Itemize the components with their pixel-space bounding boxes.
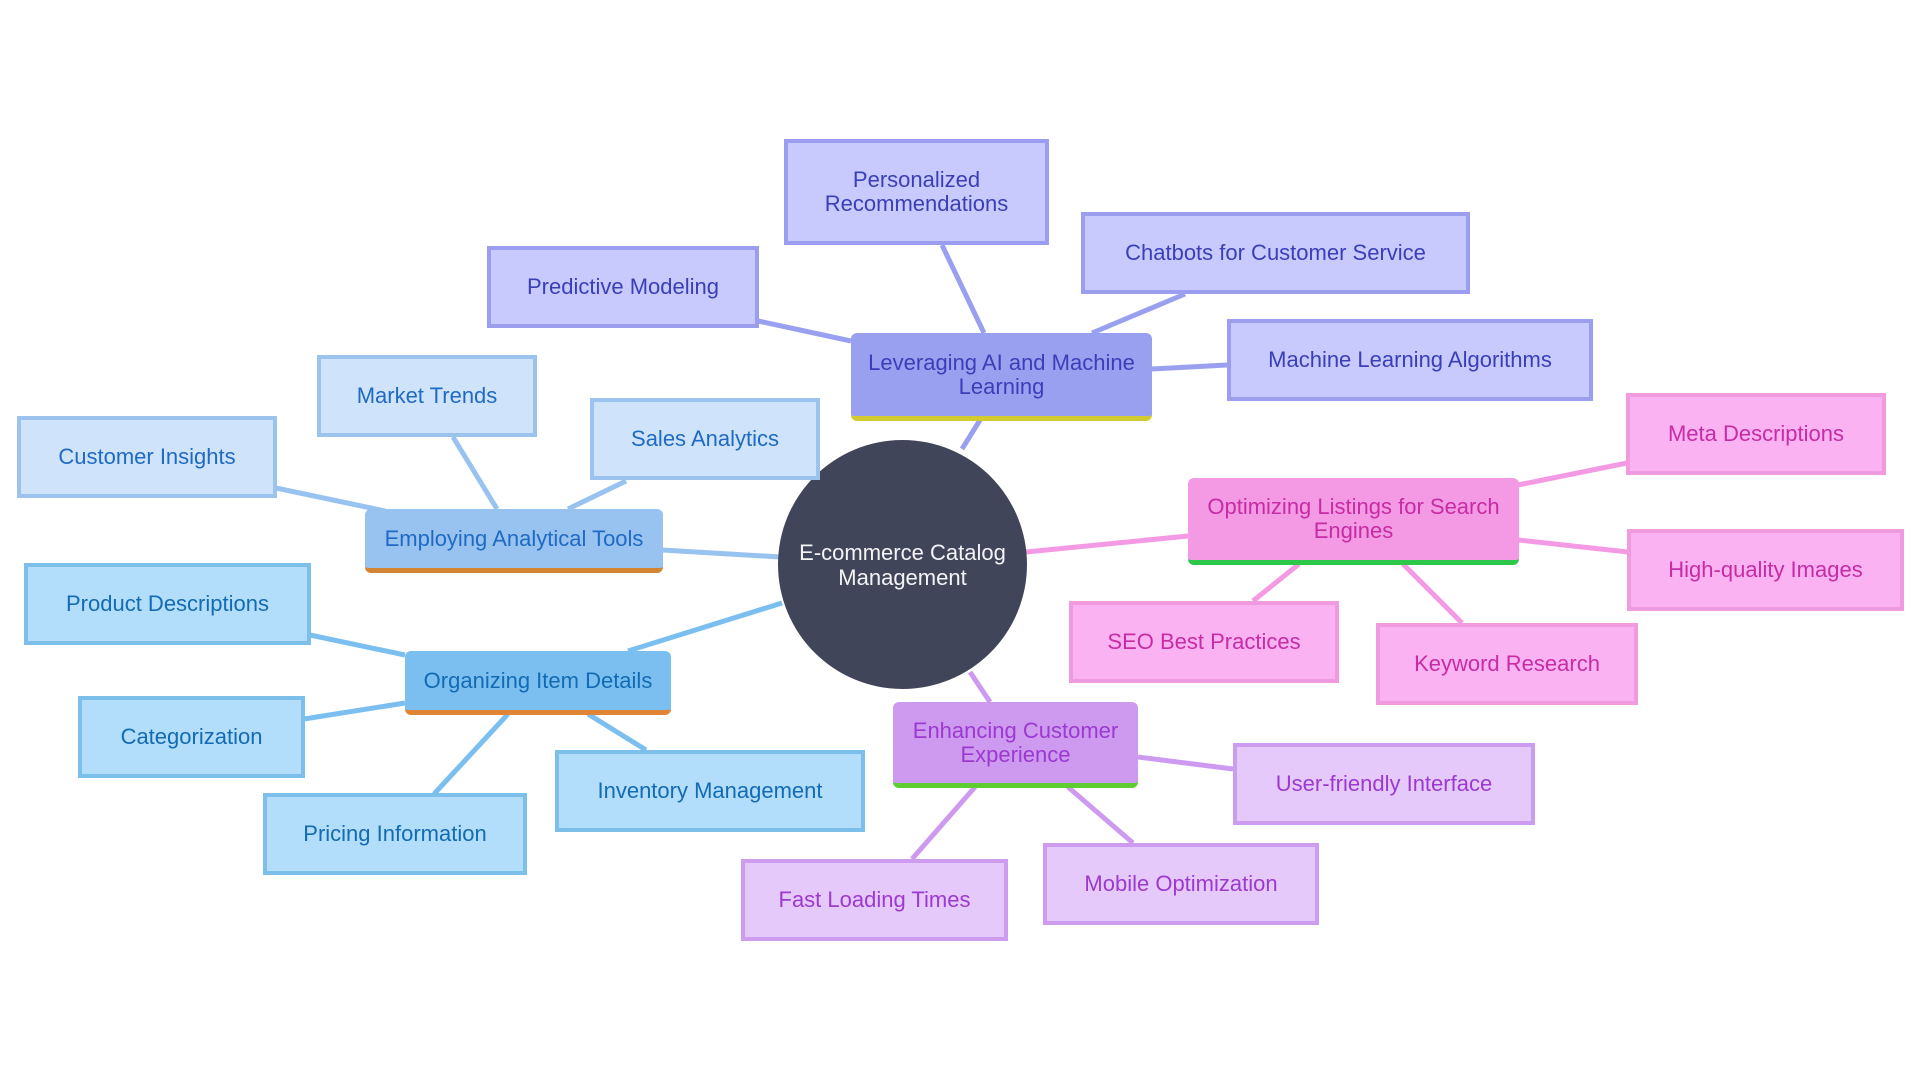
edge-ai-predictive: [757, 318, 852, 344]
edge-analytics-customer: [275, 485, 386, 514]
leaf-label: Sales Analytics: [631, 426, 779, 451]
leaf-label: User-friendly Interface: [1275, 771, 1493, 796]
leaf-chatbots[interactable]: Chatbots for Customer Service: [1081, 212, 1470, 294]
edge-ai-personalized: [939, 243, 987, 335]
leaf-label: Inventory Management: [597, 778, 823, 803]
leaf-sales-analytics[interactable]: Sales Analytics: [590, 398, 820, 480]
leaf-fast-loading-times[interactable]: Fast Loading Times: [741, 859, 1008, 941]
leaf-categorization[interactable]: Categorization: [78, 696, 305, 778]
edge-seo-images: [1517, 537, 1629, 555]
leaf-label: Market Trends: [356, 383, 498, 408]
leaf-label: Pricing Information: [303, 821, 487, 846]
edge-seo-best: [1251, 562, 1301, 603]
leaf-product-descriptions[interactable]: Product Descriptions: [24, 563, 311, 645]
branch-ux[interactable]: Enhancing Customer Experience: [893, 702, 1138, 788]
leaf-label: Mobile Optimization: [1084, 871, 1278, 896]
leaf-label: Predictive Modeling: [527, 274, 719, 299]
edge-seo-meta: [1517, 460, 1628, 488]
leaf-ml-algorithms[interactable]: Machine Learning Algorithms: [1227, 319, 1593, 401]
edge-org-product: [309, 632, 406, 658]
leaf-meta-descriptions[interactable]: Meta Descriptions: [1626, 393, 1886, 475]
edge-analytics-market: [450, 435, 500, 511]
edge-root-ux: [967, 670, 993, 704]
leaf-inventory-management[interactable]: Inventory Management: [555, 750, 865, 832]
leaf-market-trends[interactable]: Market Trends: [317, 355, 537, 437]
leaf-label: Fast Loading Times: [778, 887, 971, 912]
edge-analytics-sales: [566, 478, 628, 512]
leaf-mobile-optimization[interactable]: Mobile Optimization: [1043, 843, 1319, 925]
leaf-seo-best-practices[interactable]: SEO Best Practices: [1069, 601, 1339, 683]
leaf-personalized-recommendations[interactable]: Personalized Recommendations: [784, 139, 1049, 245]
leaf-label: Chatbots for Customer Service: [1125, 240, 1426, 265]
branch-ai-label: Leveraging AI and Machine Learning: [868, 349, 1135, 399]
branch-analytics[interactable]: Employing Analytical Tools: [365, 509, 663, 573]
leaf-label: Customer Insights: [58, 444, 236, 469]
root-label: E-commerce Catalog Management: [799, 539, 1006, 590]
edge-ai-chatbots: [1091, 291, 1186, 336]
edge-root-seo: [1025, 533, 1189, 555]
edge-root-ai: [959, 418, 983, 451]
leaf-high-quality-images[interactable]: High-quality Images: [1627, 529, 1904, 611]
edge-seo-keyword: [1401, 562, 1464, 625]
leaf-label: Product Descriptions: [66, 591, 269, 616]
branch-seo[interactable]: Optimizing Listings for Search Engines: [1188, 478, 1519, 565]
leaf-label: High-quality Images: [1668, 557, 1863, 582]
branch-organizing-label: Organizing Item Details: [423, 667, 653, 693]
edge-ai-ml: [1151, 362, 1228, 372]
leaf-predictive-modeling[interactable]: Predictive Modeling: [487, 246, 759, 328]
leaf-customer-insights[interactable]: Customer Insights: [17, 416, 277, 498]
leaf-keyword-research[interactable]: Keyword Research: [1376, 623, 1638, 705]
edge-org-inventory: [586, 711, 648, 753]
branch-organizing[interactable]: Organizing Item Details: [405, 651, 671, 715]
branch-seo-label: Optimizing Listings for Search Engines: [1207, 494, 1500, 543]
leaf-pricing-information[interactable]: Pricing Information: [263, 793, 527, 875]
leaf-label: Keyword Research: [1414, 651, 1600, 676]
edge-org-categorization: [303, 700, 406, 722]
edge-root-organizing: [627, 600, 783, 654]
leaf-label: SEO Best Practices: [1107, 629, 1301, 654]
edge-org-pricing: [432, 712, 510, 796]
edge-ux-mobile: [1066, 785, 1135, 845]
edge-root-analytics: [661, 547, 781, 560]
edge-ux-interface: [1137, 754, 1234, 772]
leaf-label: Categorization: [120, 724, 263, 749]
leaf-label: Meta Descriptions: [1667, 421, 1845, 446]
branch-ux-label: Enhancing Customer Experience: [912, 717, 1119, 767]
leaf-user-friendly-interface[interactable]: User-friendly Interface: [1233, 743, 1535, 825]
branch-ai[interactable]: Leveraging AI and Machine Learning: [851, 333, 1152, 421]
edge-ux-fast: [910, 785, 977, 861]
leaf-label: Machine Learning Algorithms: [1268, 347, 1552, 372]
branch-analytics-label: Employing Analytical Tools: [384, 525, 644, 551]
leaf-label: Personalized Recommendations: [824, 167, 1009, 216]
